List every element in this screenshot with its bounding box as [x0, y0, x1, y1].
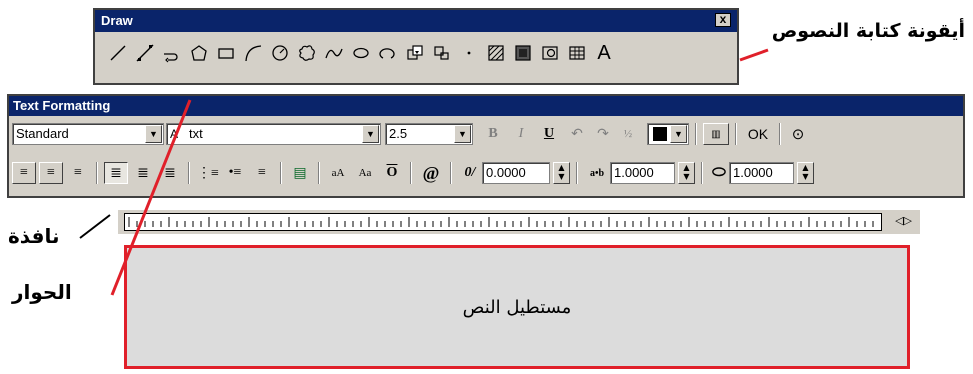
width-factor-spinner[interactable]: ▲ ▼: [797, 162, 814, 184]
ellipse-arc-icon[interactable]: [377, 42, 399, 64]
text-rectangle-label: مستطيل النص: [462, 296, 572, 318]
separator: [96, 162, 98, 184]
dialog-annotation-line2: الحوار: [12, 280, 72, 304]
dialog-pointer-black: [79, 214, 111, 239]
options-menu-icon[interactable]: ⊙: [787, 123, 809, 145]
separator: [450, 162, 452, 184]
text-formatting-row2: ≡ ≡ ≡ ≣ ≣ ≣ ⋮≡ •≡ ≡ ▤ aA Aa O @ 0/ 0.000…: [12, 162, 814, 184]
line-icon[interactable]: [107, 42, 129, 64]
polygon-icon[interactable]: [188, 42, 210, 64]
align-left-icon[interactable]: ≡: [12, 162, 36, 184]
text-ruler[interactable]: ◁▷: [118, 210, 920, 234]
separator: [576, 162, 578, 184]
draw-toolbar: Draw x A: [93, 8, 739, 85]
rectangle-icon[interactable]: [215, 42, 237, 64]
bold-button[interactable]: B: [481, 123, 505, 145]
construction-line-icon[interactable]: [134, 42, 156, 64]
align-right-icon[interactable]: ≡: [66, 162, 90, 184]
ruler-resize-icon[interactable]: ◁▷: [895, 214, 912, 227]
paragraph-bottom-icon[interactable]: ≣: [158, 162, 182, 184]
color-select[interactable]: ▼: [647, 123, 689, 145]
insert-field-icon[interactable]: ▤: [288, 162, 312, 184]
tracking-icon: a•b: [589, 167, 605, 179]
italic-button[interactable]: I: [509, 123, 533, 145]
text-icon-annotation: أيقونة كتابة النصوص: [771, 20, 965, 42]
revision-cloud-icon[interactable]: [296, 42, 318, 64]
oblique-angle-input[interactable]: 0.0000: [482, 162, 550, 184]
multiline-text-icon[interactable]: A: [593, 42, 615, 64]
draw-toolbar-title-text: Draw: [101, 13, 133, 28]
circle-icon[interactable]: [269, 42, 291, 64]
font-select[interactable]: A txt ▼: [166, 123, 381, 145]
gradient-icon[interactable]: [512, 42, 534, 64]
style-select-value: Standard: [16, 126, 69, 141]
style-select[interactable]: Standard ▼: [12, 123, 164, 145]
width-factor-input[interactable]: 1.0000: [729, 162, 794, 184]
ruler-scale[interactable]: [124, 213, 882, 231]
draw-toolbar-title[interactable]: Draw x: [95, 10, 737, 32]
separator: [410, 162, 412, 184]
paragraph-middle-icon[interactable]: ≣: [131, 162, 155, 184]
separator: [735, 123, 737, 145]
font-select-value: txt: [189, 126, 203, 141]
draw-icons-row: A: [95, 32, 737, 64]
width-factor-icon: ⬭: [712, 164, 726, 181]
text-icon-pointer: [739, 48, 769, 62]
paragraph-top-icon[interactable]: ≣: [104, 162, 128, 184]
oblique-angle-spinner[interactable]: ▲ ▼: [553, 162, 570, 184]
font-icon: A: [170, 127, 179, 141]
arc-icon[interactable]: [242, 42, 264, 64]
ok-button[interactable]: OK: [743, 123, 773, 145]
separator: [280, 162, 282, 184]
chevron-down-icon[interactable]: ▼: [362, 125, 379, 143]
chevron-down-icon[interactable]: ▼: [145, 125, 162, 143]
undo-icon[interactable]: ↶: [565, 123, 589, 145]
tracking-input[interactable]: 1.0000: [610, 162, 675, 184]
align-center-icon[interactable]: ≡: [39, 162, 63, 184]
stack-icon[interactable]: ½: [617, 123, 639, 145]
color-swatch: [653, 127, 667, 141]
ruler-ticks: [128, 217, 874, 227]
numbering-icon[interactable]: ⋮≡: [196, 162, 220, 184]
ellipse-icon[interactable]: [350, 42, 372, 64]
separator: [701, 162, 703, 184]
text-height-value: 2.5: [389, 126, 408, 141]
hatch-icon[interactable]: [485, 42, 507, 64]
tracking-spinner[interactable]: ▲ ▼: [678, 162, 695, 184]
make-block-icon[interactable]: [431, 42, 453, 64]
text-rectangle[interactable]: مستطيل النص: [124, 245, 910, 369]
separator: [188, 162, 190, 184]
bullets-icon[interactable]: •≡: [223, 162, 247, 184]
oblique-angle-icon: 0/: [464, 165, 476, 180]
insert-block-icon[interactable]: [404, 42, 426, 64]
text-formatting-toolbar: Text Formatting Standard ▼ A txt ▼ 2.5 ▼…: [7, 94, 965, 198]
separator: [318, 162, 320, 184]
point-icon[interactable]: [458, 42, 480, 64]
polyline-icon[interactable]: [161, 42, 183, 64]
separator: [695, 123, 697, 145]
uppercase-button[interactable]: aA: [326, 162, 350, 184]
text-formatting-row1: Standard ▼ A txt ▼ 2.5 ▼ B I U ↶ ↷ ½ ▼ ▥…: [12, 123, 809, 145]
underline-button[interactable]: U: [537, 123, 561, 145]
lettering-icon[interactable]: ≡: [250, 162, 274, 184]
close-icon[interactable]: x: [715, 13, 731, 27]
lowercase-button[interactable]: Aa: [353, 162, 377, 184]
spline-icon[interactable]: [323, 42, 345, 64]
separator: [779, 123, 781, 145]
chevron-down-icon[interactable]: ▼: [670, 125, 687, 143]
dialog-annotation-line1: نافذة: [8, 224, 60, 248]
table-icon[interactable]: [566, 42, 588, 64]
region-icon[interactable]: [539, 42, 561, 64]
text-formatting-title[interactable]: Text Formatting: [9, 96, 963, 116]
chevron-down-icon[interactable]: ▼: [454, 125, 471, 143]
ruler-toggle-icon[interactable]: ▥: [703, 123, 729, 145]
symbol-button[interactable]: @: [418, 162, 444, 184]
overline-button[interactable]: O: [380, 162, 404, 184]
text-height-select[interactable]: 2.5 ▼: [385, 123, 473, 145]
redo-icon[interactable]: ↷: [591, 123, 615, 145]
